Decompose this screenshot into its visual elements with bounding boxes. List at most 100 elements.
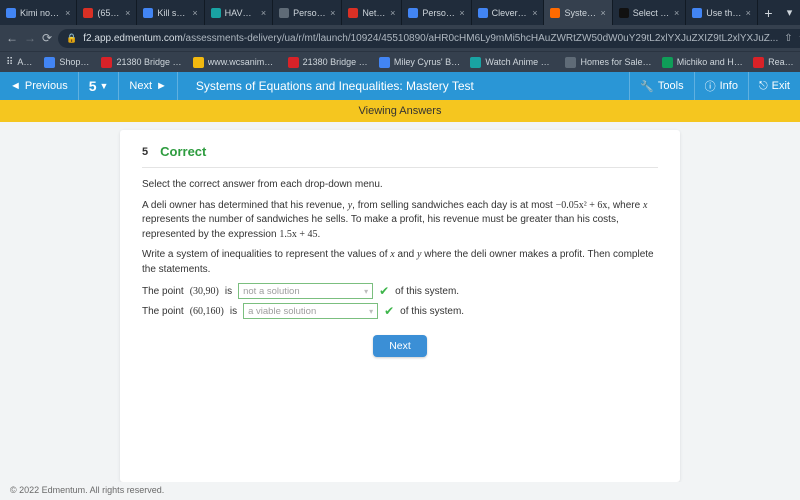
favicon — [565, 57, 576, 68]
nav-reload-button[interactable]: ⟳ — [42, 31, 52, 45]
question-instruction: Select the correct answer from each drop… — [142, 178, 658, 193]
favicon — [193, 57, 204, 68]
dropdown-1-value: not a solution — [243, 286, 300, 297]
content-stage: 5 Correct Select the correct answer from… — [0, 122, 800, 482]
tab-close-icon[interactable]: × — [600, 8, 605, 18]
page-title: Systems of Equations and Inequalities: M… — [196, 79, 474, 93]
chevron-right-icon: ► — [156, 80, 167, 92]
favicon — [550, 8, 560, 18]
bookmark-item[interactable]: Michiko and Hatc... — [662, 57, 743, 68]
browser-tab[interactable]: Personal × — [273, 0, 342, 25]
browser-tab[interactable]: Kimi no Na× — [0, 0, 77, 25]
exit-icon: ⎋ — [759, 80, 768, 93]
tab-close-icon[interactable]: × — [125, 8, 130, 18]
question-header: 5 Correct — [142, 144, 658, 168]
exit-button[interactable]: ⎋ Exit — [749, 72, 800, 100]
favicon — [470, 57, 481, 68]
browser-tab[interactable]: Kill seve × — [137, 0, 204, 25]
dropdown-1[interactable]: not a solution ▾ — [238, 283, 373, 299]
info-icon: ⓘ — [705, 78, 716, 94]
bookmark-item[interactable]: Realtor. — [753, 57, 794, 68]
bookmark-label: Realtor. — [768, 57, 794, 67]
new-tab-button[interactable]: + — [758, 0, 779, 25]
previous-label: Previous — [25, 80, 68, 92]
favicon — [44, 57, 55, 68]
app-nav-bar: ◄ Previous 5 ▼ Next ► Systems of Equatio… — [0, 72, 800, 100]
bookmark-item[interactable]: Shopping — [44, 57, 91, 68]
browser-tab[interactable]: Systems × — [544, 0, 612, 25]
browser-tab[interactable]: Personal× — [402, 0, 471, 25]
tab-close-icon[interactable]: × — [65, 8, 70, 18]
apps-button[interactable]: ⠿Apps — [6, 57, 34, 68]
tab-label: Clever | P — [492, 8, 529, 18]
favicon — [83, 8, 93, 18]
nav-back-button[interactable]: ← — [6, 31, 18, 45]
tab-close-icon[interactable]: × — [192, 8, 197, 18]
info-button[interactable]: ⓘ Info — [695, 72, 748, 100]
bookmark-item[interactable]: Miley Cyrus' Blue... — [379, 57, 461, 68]
previous-button[interactable]: ◄ Previous — [0, 72, 78, 100]
tab-close-icon[interactable]: × — [330, 8, 335, 18]
browser-toolbar: ← → ⟳ 🔒 f2.app.edmentum.com/assessments-… — [0, 25, 800, 51]
favicon — [143, 8, 153, 18]
tab-label: Kill seve — [157, 8, 188, 18]
share-icon[interactable]: ⇧ — [784, 33, 792, 44]
nav-forward-button[interactable]: → — [24, 31, 36, 45]
bookmark-item[interactable]: Homes for Sale, M... — [565, 57, 651, 68]
viewing-answers-banner: Viewing Answers — [0, 100, 800, 122]
banner-text: Viewing Answers — [359, 105, 442, 117]
tab-close-icon[interactable]: × — [261, 8, 266, 18]
tab-close-icon[interactable]: × — [674, 8, 679, 18]
url-text: f2.app.edmentum.com/assessments-delivery… — [83, 33, 778, 44]
question-body-2: Write a system of inequalities to repres… — [142, 248, 658, 277]
tools-label: Tools — [658, 80, 684, 92]
bookmark-label: Shopping — [59, 57, 91, 67]
tab-close-icon[interactable]: × — [459, 8, 464, 18]
tools-button[interactable]: 🔧 Tools — [630, 72, 693, 100]
expression-2: 1.5x + 45 — [279, 229, 317, 240]
next-button[interactable]: Next ► — [119, 72, 177, 100]
address-bar[interactable]: 🔒 f2.app.edmentum.com/assessments-delive… — [58, 29, 800, 48]
question-selector[interactable]: 5 ▼ — [79, 78, 119, 94]
favicon — [348, 8, 358, 18]
tab-label: Use the s — [706, 8, 741, 18]
next-question-button[interactable]: Next — [373, 335, 427, 357]
favicon — [619, 8, 629, 18]
lock-icon: 🔒 — [66, 33, 77, 44]
question-number: 5 — [142, 146, 148, 158]
tab-close-icon[interactable]: × — [390, 8, 395, 18]
tab-label: (65) H — [97, 8, 121, 18]
next-label: Next — [129, 80, 152, 92]
tab-close-icon[interactable]: × — [532, 8, 537, 18]
browser-tab[interactable]: Netflix× — [342, 0, 402, 25]
wrench-icon: 🔧 — [640, 80, 654, 93]
browser-tab[interactable]: Select the × — [613, 0, 687, 25]
answer-row-2: The point (60,160) is a viable solution … — [142, 303, 658, 319]
answer-row-1: The point (30,90) is not a solution ▾ ✔ … — [142, 283, 658, 299]
favicon — [692, 8, 702, 18]
bookmark-item[interactable]: www.wcsanimeclu... — [193, 57, 278, 68]
bookmark-item[interactable]: 21380 Bridge Vie... — [288, 57, 369, 68]
browser-tab[interactable]: Use the s × — [686, 0, 758, 25]
browser-tab[interactable]: HAVSTA× — [205, 0, 273, 25]
browser-tab[interactable]: (65) H × — [77, 0, 137, 25]
tab-close-icon[interactable]: × — [746, 8, 751, 18]
info-label: Info — [720, 80, 738, 92]
bookmark-item[interactable]: Watch Anime Engl... — [470, 57, 555, 68]
dropdown-2[interactable]: a viable solution ▾ — [243, 303, 378, 319]
tab-overflow-button[interactable]: ▾ — [779, 0, 800, 25]
chevron-down-icon: ▾ — [364, 287, 368, 296]
check-icon: ✔ — [384, 304, 394, 318]
favicon — [379, 57, 390, 68]
tab-label: Personal — [293, 8, 326, 18]
footer-copyright: © 2022 Edmentum. All rights reserved. — [0, 482, 800, 500]
browser-tab[interactable]: Clever | P× — [472, 0, 545, 25]
bookmark-label: www.wcsanimeclu... — [208, 57, 278, 67]
favicon — [101, 57, 112, 68]
tab-label: Select the — [633, 8, 670, 18]
question-status: Correct — [160, 144, 206, 159]
bookmark-item[interactable]: 21380 Bridge Vie... — [101, 57, 182, 68]
favicon — [753, 57, 764, 68]
bookmark-label: Watch Anime Engl... — [485, 57, 555, 67]
tab-label: Systems — [564, 8, 596, 18]
